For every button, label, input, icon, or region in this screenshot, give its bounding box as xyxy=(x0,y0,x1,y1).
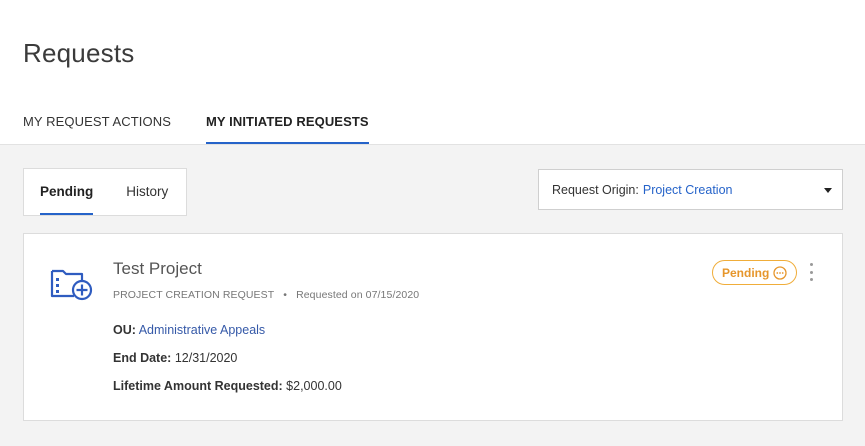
requested-date: Requested on 07/15/2020 xyxy=(296,289,420,301)
meta-separator: • xyxy=(283,289,288,301)
request-type: PROJECT CREATION REQUEST xyxy=(113,289,275,301)
amount-label: Lifetime Amount Requested: xyxy=(113,379,283,393)
amount-field: Lifetime Amount Requested: $2,000.00 xyxy=(113,379,342,393)
more-options-icon[interactable] xyxy=(804,261,818,283)
ou-label: OU: xyxy=(113,323,136,337)
request-title[interactable]: Test Project xyxy=(113,259,202,279)
end-date-value: 12/31/2020 xyxy=(174,351,238,365)
tab-pending[interactable]: Pending xyxy=(40,168,94,216)
tab-history[interactable]: History xyxy=(126,168,168,216)
content-area: Pending History Request Origin: Project … xyxy=(0,145,865,446)
status-tabs: Pending History xyxy=(23,168,187,216)
top-tabs: MY REQUEST ACTIONS MY INITIATED REQUESTS xyxy=(23,114,404,144)
status-badge: Pending xyxy=(712,260,798,285)
tab-my-request-actions[interactable]: MY REQUEST ACTIONS xyxy=(23,114,171,144)
ou-value-link[interactable]: Administrative Appeals xyxy=(139,323,265,337)
request-card[interactable]: Test Project PROJECT CREATION REQUEST • Re… xyxy=(23,233,843,421)
request-origin-select[interactable]: Request Origin: Project Creation xyxy=(538,169,843,210)
tab-my-initiated-requests[interactable]: MY INITIATED REQUESTS xyxy=(205,114,369,144)
folder-add-icon xyxy=(50,269,93,301)
amount-value: $2,000.00 xyxy=(286,379,342,393)
chevron-down-icon xyxy=(824,188,832,193)
page-title: Requests xyxy=(23,38,135,68)
end-date-label: End Date: xyxy=(113,351,172,365)
request-origin-value: Project Creation xyxy=(642,182,733,197)
ou-field: OU: Administrative Appeals xyxy=(113,323,265,337)
status-label: Pending xyxy=(722,265,770,280)
request-meta: PROJECT CREATION REQUEST • Requested on 07… xyxy=(113,289,419,301)
request-origin-label: Request Origin: xyxy=(552,182,639,197)
end-date-field: End Date: 12/31/2020 xyxy=(113,351,237,365)
page-header: Requests MY REQUEST ACTIONS MY INITIATED… xyxy=(0,0,865,145)
more-circle-icon xyxy=(773,265,787,280)
